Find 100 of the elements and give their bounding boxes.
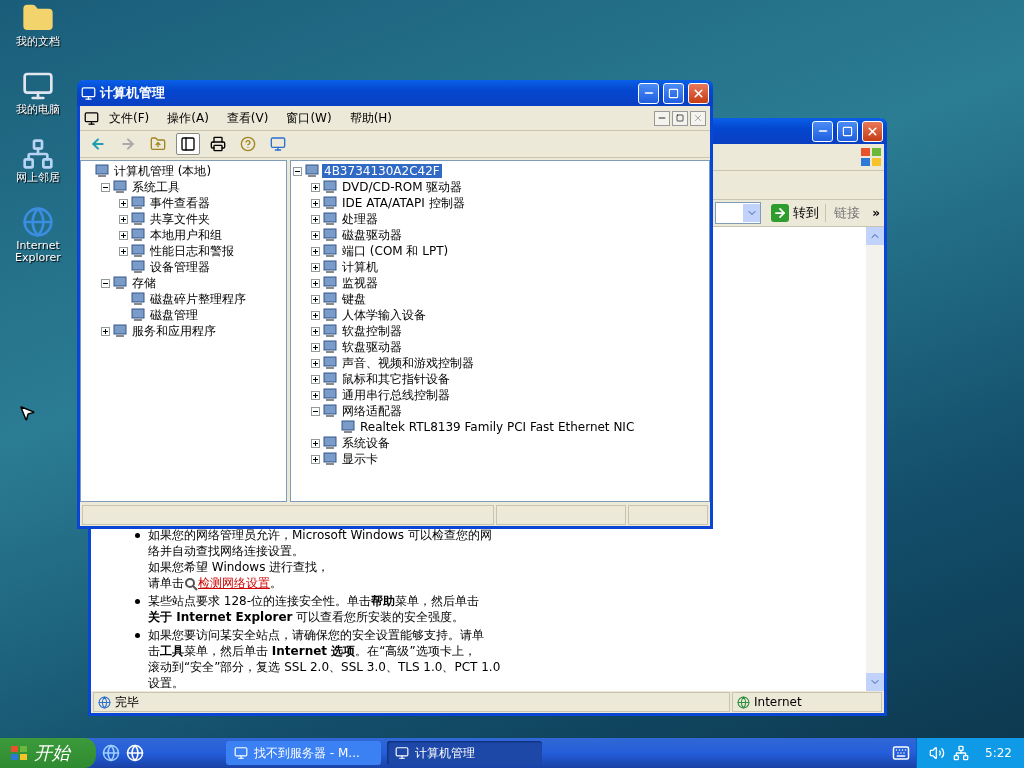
browser-launch-button[interactable] xyxy=(102,744,120,762)
maximize-button[interactable] xyxy=(663,82,684,104)
tree-item[interactable]: 服务和应用程序 xyxy=(130,322,218,340)
network-icon[interactable] xyxy=(953,745,970,761)
minimize-button[interactable] xyxy=(654,110,670,126)
tree-item[interactable]: 通用串行总线控制器 xyxy=(340,386,452,404)
expand-toggle[interactable] xyxy=(311,182,320,192)
taskbar-button[interactable]: 找不到服务器 - M... xyxy=(226,741,381,765)
menu-item[interactable]: 操作(A) xyxy=(159,107,217,129)
tree-item[interactable]: 共享文件夹 xyxy=(148,210,212,228)
window-title: 计算机管理 xyxy=(100,84,166,102)
tree-item[interactable]: 软盘控制器 xyxy=(340,322,404,340)
flag-logo xyxy=(10,745,28,761)
expand-toggle[interactable] xyxy=(293,166,302,176)
expand-toggle[interactable] xyxy=(311,278,320,288)
keyboard-icon[interactable] xyxy=(892,744,911,762)
tree-item[interactable]: 端口 (COM 和 LPT) xyxy=(340,242,451,260)
tree-item[interactable]: 计算机管理 (本地) xyxy=(112,162,214,180)
tree-item[interactable]: 网络适配器 xyxy=(340,402,404,420)
expand-toggle[interactable] xyxy=(311,438,320,448)
go-button[interactable]: 转到 xyxy=(765,204,826,222)
address-field[interactable] xyxy=(715,202,762,224)
plus-icon xyxy=(312,375,319,383)
taskbar-button[interactable]: 计算机管理 xyxy=(387,741,542,765)
expand-toggle[interactable] xyxy=(119,214,128,224)
expand-toggle[interactable] xyxy=(311,214,320,224)
link[interactable]: 检测网络设置 xyxy=(198,576,270,590)
tree-item[interactable]: 系统工具 xyxy=(130,178,182,196)
menu-item[interactable]: 帮助(H) xyxy=(341,107,401,129)
bullet-icon xyxy=(135,599,140,604)
app-launch-button[interactable] xyxy=(126,744,144,762)
expand-toggle[interactable] xyxy=(311,358,320,368)
expand-toggle[interactable] xyxy=(311,390,320,400)
menu-item[interactable]: 窗口(W) xyxy=(278,107,340,129)
device-icon xyxy=(323,436,337,450)
tree-item[interactable]: 处理器 xyxy=(340,210,380,228)
close-button[interactable] xyxy=(690,110,706,126)
plus-icon xyxy=(312,199,319,207)
expand-toggle[interactable] xyxy=(119,246,128,256)
expand-toggle[interactable] xyxy=(311,198,320,208)
back-icon xyxy=(90,136,106,152)
start-button[interactable]: 开始 xyxy=(0,738,96,768)
menu-item[interactable]: 查看(V) xyxy=(218,107,277,129)
expand-toggle[interactable] xyxy=(311,326,320,336)
expand-toggle[interactable] xyxy=(311,230,320,240)
desktop-icon-label[interactable]: 我的电脑 xyxy=(16,104,60,116)
bullet-icon xyxy=(135,633,140,638)
tree-item[interactable]: 事件查看器 xyxy=(148,194,212,212)
expand-toggle[interactable] xyxy=(311,294,320,304)
tree-item[interactable]: 计算机 xyxy=(340,258,380,276)
tree-item[interactable]: 4B3734130A2C42F xyxy=(322,164,442,178)
paragraph: 某些站点要求 128-位的连接安全性。单击帮助菜单，然后单击 关于 Internet Explorer 可以查看您所安装的安全强度。 xyxy=(148,593,480,625)
expand-toggle[interactable] xyxy=(101,182,110,192)
plus-icon xyxy=(312,183,319,191)
tree-item[interactable]: 设备管理器 xyxy=(148,258,212,276)
tree-item[interactable]: DVD/CD-ROM 驱动器 xyxy=(340,178,465,196)
tree-item[interactable]: 软盘驱动器 xyxy=(340,338,404,356)
expand-toggle[interactable] xyxy=(101,326,110,336)
tree-item[interactable]: 鼠标和其它指针设备 xyxy=(340,370,452,388)
tree-item[interactable]: IDE ATA/ATAPI 控制器 xyxy=(340,194,467,212)
tree-item[interactable]: 监视器 xyxy=(340,274,380,292)
tree-item[interactable]: 系统设备 xyxy=(340,434,392,452)
expand-toggle[interactable] xyxy=(311,454,320,464)
computer-icon xyxy=(81,85,96,101)
expand-toggle[interactable] xyxy=(311,342,320,352)
tree-toggle-button[interactable] xyxy=(176,133,200,155)
paragraph: 如果您的网络管理员允许，Microsoft Windows 可以检查您的网 络并自动查找网络连接设置。 如果您希望 Windows 进行查找， 请单击 检测网络设置。 xyxy=(148,527,492,591)
speaker-icon[interactable] xyxy=(929,745,946,761)
links-button[interactable]: 链接 xyxy=(825,204,869,222)
tree-item[interactable]: 本地用户和组 xyxy=(148,226,224,244)
tree-item[interactable]: 磁盘驱动器 xyxy=(340,226,404,244)
plus-icon xyxy=(312,439,319,447)
tree-item[interactable]: 磁盘管理 xyxy=(148,306,200,324)
expand-toggle[interactable] xyxy=(119,198,128,208)
maximize-button[interactable] xyxy=(837,120,858,142)
tree-item[interactable]: 存储 xyxy=(130,274,158,292)
expand-toggle[interactable] xyxy=(311,262,320,272)
expand-toggle[interactable] xyxy=(311,406,320,416)
menu-item[interactable]: 文件(F) xyxy=(101,107,158,129)
tree-item[interactable]: Realtek RTL8139 Family PCI Fast Ethernet NIC xyxy=(358,420,637,434)
device-icon xyxy=(131,292,145,306)
tree-item[interactable]: 显示卡 xyxy=(340,450,380,468)
desktop-icon-label[interactable]: 我的文档 xyxy=(16,36,60,48)
expand-toggle[interactable] xyxy=(101,278,110,288)
tree-item[interactable]: 键盘 xyxy=(340,290,368,308)
expand-toggle[interactable] xyxy=(311,374,320,384)
expand-toggle[interactable] xyxy=(311,246,320,256)
device-icon xyxy=(113,180,127,194)
desktop-icon-label[interactable]: Internet Explorer xyxy=(6,240,70,264)
tree-item[interactable]: 磁盘碎片整理程序 xyxy=(148,290,248,308)
expand-toggle[interactable] xyxy=(119,230,128,240)
tree-item[interactable]: 声音、视频和游戏控制器 xyxy=(340,354,476,372)
expand-toggle[interactable] xyxy=(311,310,320,320)
plus-icon xyxy=(312,295,319,303)
chevron-button[interactable]: » xyxy=(868,206,884,220)
restore-button[interactable] xyxy=(672,110,688,126)
tree-item[interactable]: 性能日志和警报 xyxy=(148,242,236,260)
tree-item[interactable]: 人体学输入设备 xyxy=(340,306,428,324)
desktop-icon-label[interactable]: 网上邻居 xyxy=(16,172,60,184)
close-icon xyxy=(693,113,703,123)
